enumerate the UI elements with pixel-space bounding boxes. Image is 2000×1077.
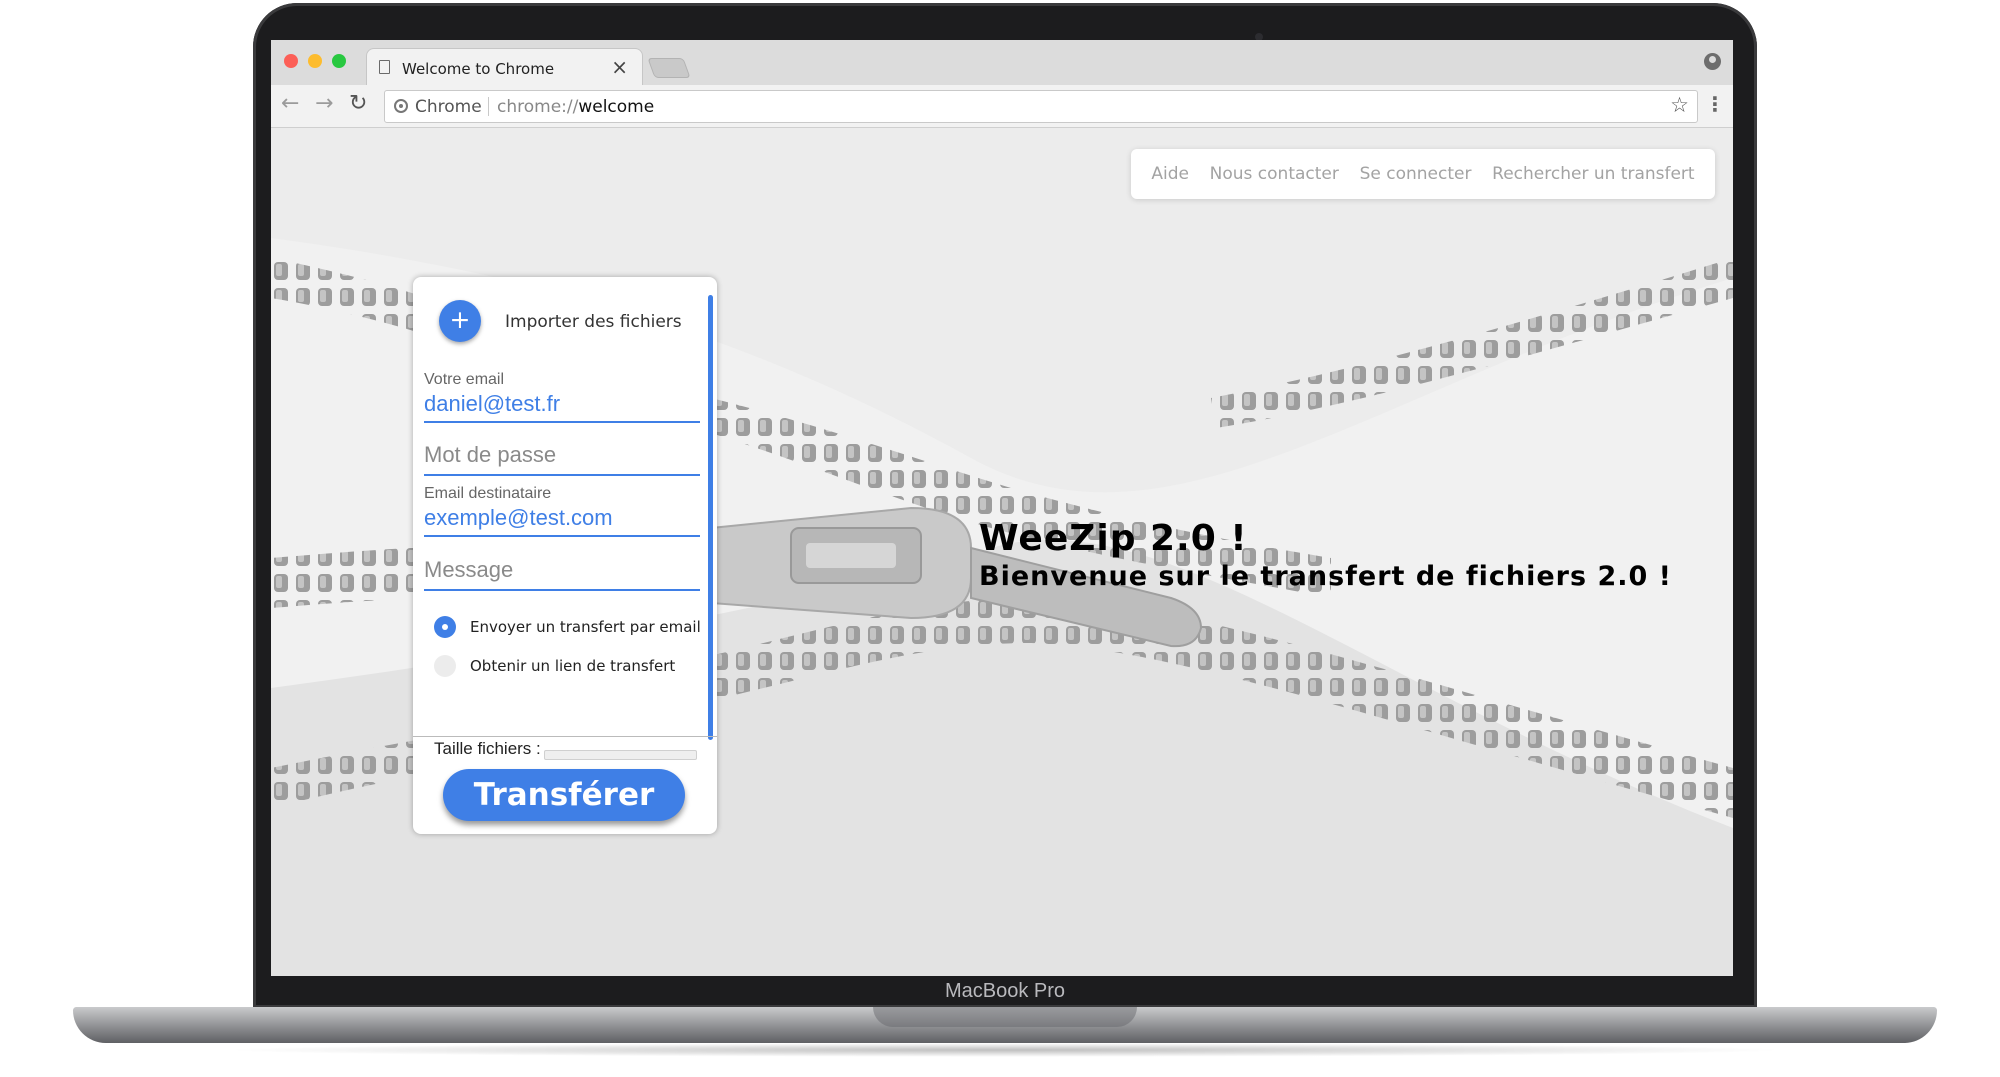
transfer-button[interactable]: Transférer <box>443 769 685 821</box>
send-by-email-label: Envoyer un transfert par email <box>470 618 701 636</box>
tab-title: Welcome to Chrome <box>402 60 555 78</box>
new-tab-button[interactable] <box>647 58 691 78</box>
form-scrollbar[interactable] <box>708 295 713 740</box>
email-value[interactable]: daniel@test.fr <box>424 391 700 421</box>
nav-link-search-transfer[interactable]: Rechercher un transfert <box>1492 164 1694 184</box>
file-size-bar <box>544 750 697 760</box>
form-divider <box>413 736 717 737</box>
minimize-window-button[interactable] <box>308 54 322 68</box>
chrome-secure-icon <box>394 99 408 113</box>
reload-icon[interactable]: ↻ <box>349 91 367 116</box>
bookmark-star-icon[interactable]: ☆ <box>1670 93 1689 117</box>
maximize-window-button[interactable] <box>332 54 346 68</box>
omnibox-divider <box>488 97 489 116</box>
email-label: Votre email <box>424 371 505 388</box>
laptop-shadow <box>220 1043 1790 1057</box>
message-placeholder[interactable]: Message <box>424 557 700 589</box>
option-get-link[interactable]: Obtenir un lien de transfert <box>434 655 675 677</box>
hero: WeeZip 2.0 ! Bienvenue sur le transfert … <box>979 518 1672 592</box>
hero-title: WeeZip 2.0 ! <box>979 518 1248 559</box>
page-icon <box>379 60 390 74</box>
option-send-by-email[interactable]: Envoyer un transfert par email <box>434 616 701 638</box>
message-field[interactable]: Message <box>424 557 700 591</box>
tab-bar: Welcome to Chrome × <box>271 40 1733 87</box>
add-files-button[interactable]: + <box>439 300 481 342</box>
browser-toolbar: ← → ↻ Chrome chrome://welcome ☆ ⋮ <box>271 85 1733 128</box>
web-page: Aide Nous contacter Se connecter Recherc… <box>271 128 1733 976</box>
recipient-email-value[interactable]: exemple@test.com <box>424 505 700 535</box>
close-window-button[interactable] <box>284 54 298 68</box>
forward-arrow-icon[interactable]: → <box>315 91 333 116</box>
nav-link-help[interactable]: Aide <box>1151 164 1189 184</box>
hero-subtitle: Bienvenue sur le transfert de fichiers 2… <box>979 561 1672 592</box>
password-field[interactable]: Mot de passe <box>424 442 700 476</box>
screen: Welcome to Chrome × ← → ↻ Chrome chrome:… <box>271 40 1733 976</box>
laptop-notch <box>873 1007 1137 1027</box>
url-text[interactable]: chrome://welcome <box>497 97 654 117</box>
top-navigation: Aide Nous contacter Se connecter Recherc… <box>1131 149 1715 199</box>
url-host: welcome <box>578 97 655 117</box>
radio-get-link[interactable] <box>434 655 456 677</box>
get-link-label: Obtenir un lien de transfert <box>470 657 676 675</box>
transfer-form: + Importer des fichiers Votre email dani… <box>413 277 717 834</box>
nav-link-contact[interactable]: Nous contacter <box>1210 164 1339 184</box>
email-field[interactable]: Votre email daniel@test.fr <box>424 371 700 423</box>
recipient-email-label: Email destinataire <box>424 485 552 502</box>
file-size-label: Taille fichiers : <box>434 739 541 758</box>
add-files-label[interactable]: Importer des fichiers <box>505 312 682 332</box>
profile-icon[interactable] <box>1704 53 1721 70</box>
nav-link-login[interactable]: Se connecter <box>1360 164 1472 184</box>
back-arrow-icon[interactable]: ← <box>281 91 299 116</box>
password-placeholder[interactable]: Mot de passe <box>424 442 700 474</box>
address-bar[interactable]: Chrome chrome://welcome ☆ <box>384 90 1698 123</box>
omnibox-chip: Chrome <box>415 97 482 117</box>
tab-close-icon[interactable]: × <box>611 55 628 79</box>
radio-send-by-email[interactable] <box>434 616 456 638</box>
url-scheme: chrome:// <box>497 97 579 117</box>
device-label: MacBook Pro <box>944 980 1066 1002</box>
menu-icon[interactable]: ⋮ <box>1705 92 1725 116</box>
browser-tab[interactable]: Welcome to Chrome × <box>366 48 643 87</box>
recipient-email-field[interactable]: Email destinataire exemple@test.com <box>424 485 700 537</box>
